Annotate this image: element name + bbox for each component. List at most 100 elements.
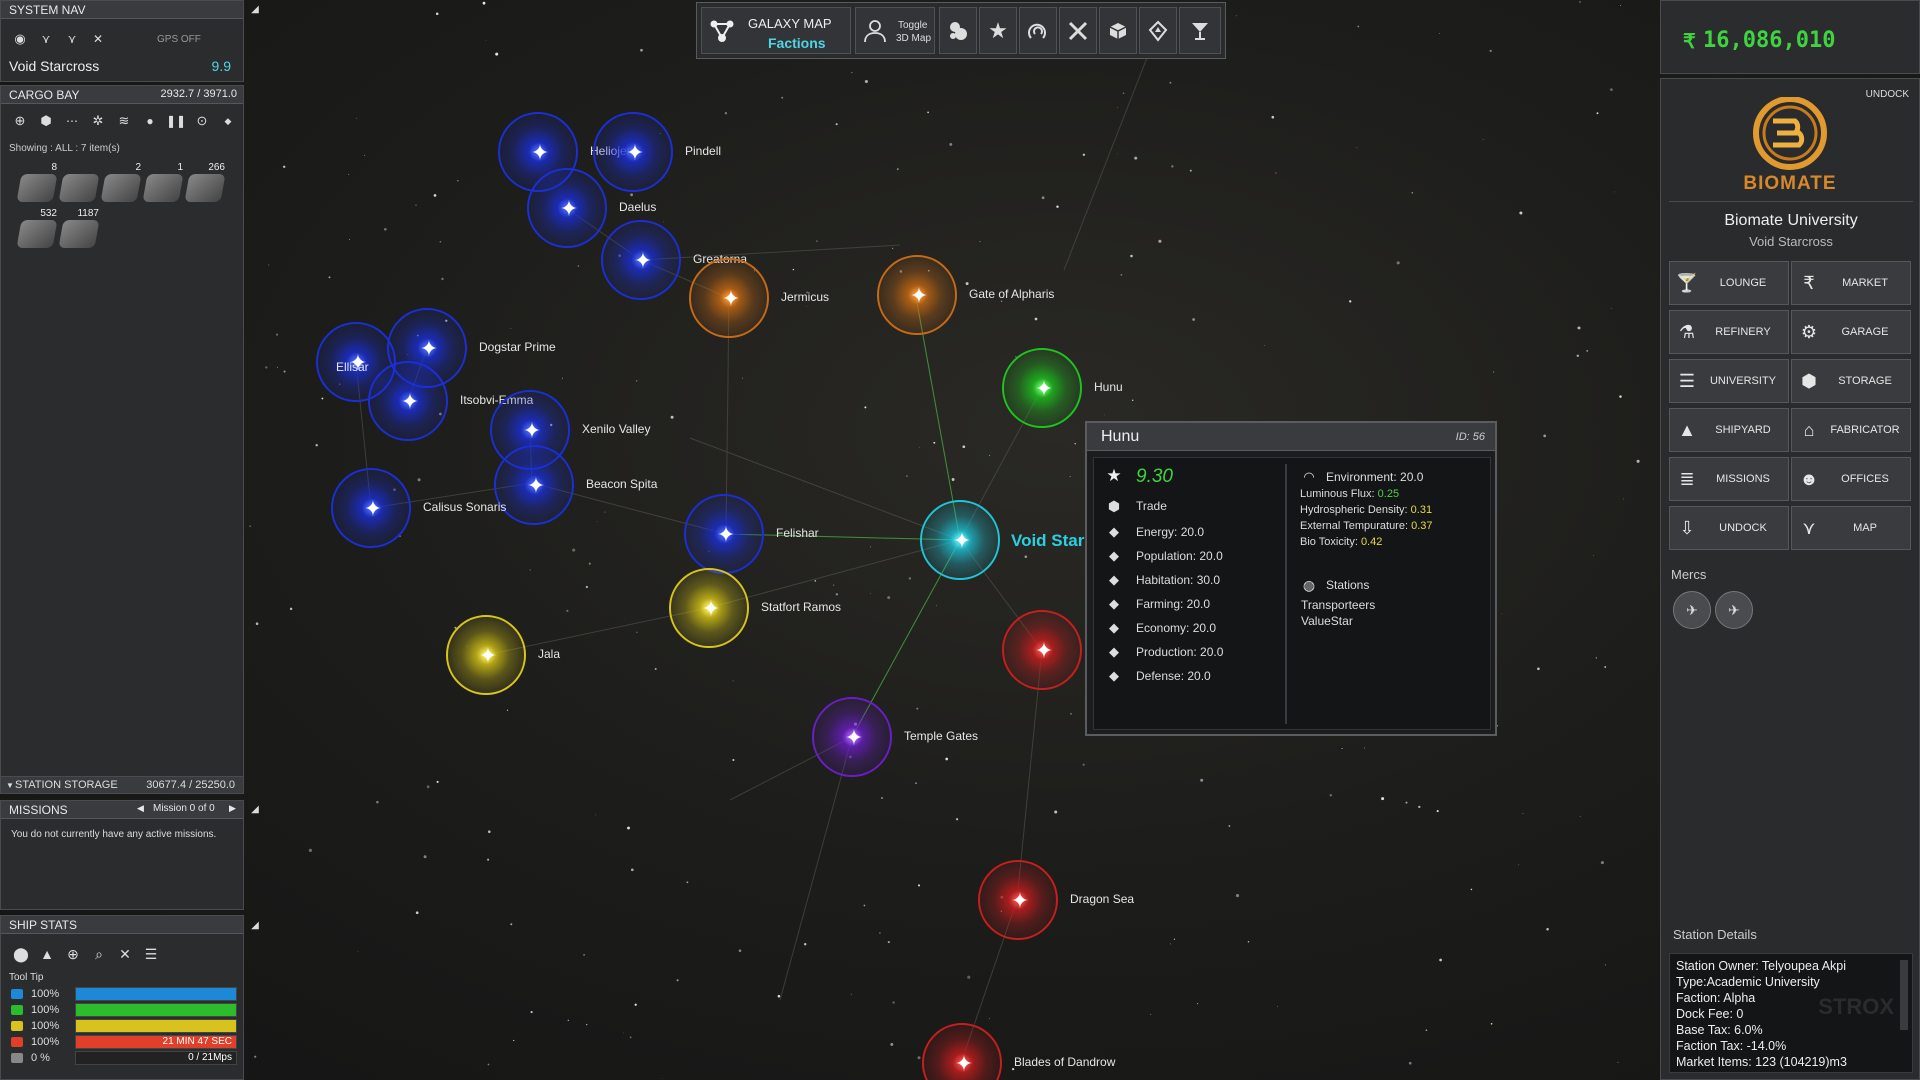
filter-drop-icon[interactable]: ● xyxy=(141,112,159,130)
nebula-filter-icon[interactable] xyxy=(939,7,977,54)
missions-button[interactable]: ≣ MISSIONS xyxy=(1669,457,1789,501)
cargo-item[interactable] xyxy=(58,166,100,206)
star-node-itsobvi-emma[interactable]: ✦ xyxy=(368,361,448,441)
filter-network-icon[interactable]: ⋯ xyxy=(63,112,81,130)
star-node-red-neighbor-system[interactable]: ✦ xyxy=(1002,610,1082,690)
star-node-gate-of-alpharis[interactable]: ✦ xyxy=(877,255,957,335)
star-filter-icon[interactable]: ★ xyxy=(979,7,1017,54)
environment-filter-icon[interactable] xyxy=(1019,7,1057,54)
refinery-button[interactable]: ⚗ REFINERY xyxy=(1669,310,1789,354)
market-button[interactable]: ₹ MARKET xyxy=(1791,261,1911,305)
star-node-hunu[interactable]: ✦ xyxy=(1002,348,1082,428)
stats-scan-tab-icon[interactable]: ⌕ xyxy=(89,944,109,964)
cargo-item[interactable]: 532 xyxy=(16,208,58,252)
station-title-box: Biomate University Void Starcross xyxy=(1669,201,1913,253)
undock-button[interactable]: ⇩ UNDOCK xyxy=(1669,506,1789,550)
target-icon[interactable]: ◉ xyxy=(11,30,29,48)
star-node-dragon-sea[interactable]: ✦ xyxy=(978,860,1058,940)
tools-small-icon[interactable]: ✕ xyxy=(89,30,107,48)
popup-left-stats: ◆ Energy: 20.0 ◆ Population: 20.0 ◆ Habitatio… xyxy=(1094,522,1284,692)
defense-filter-icon[interactable] xyxy=(1139,7,1177,54)
toggle-3d-map-button[interactable]: Toggle 3D Map xyxy=(855,7,935,54)
toggle-line1: Toggle xyxy=(898,20,928,31)
collapse-arrow-icon[interactable]: ◢ xyxy=(248,2,262,16)
station-detail-line: Station Owner: Telyoupea Akpi xyxy=(1676,959,1847,973)
offices-button[interactable]: ☻ OFFICES xyxy=(1791,457,1911,501)
star-glyph-icon: ✦ xyxy=(633,248,653,273)
popup-body: ★ 9.30 ⬢ Trade ◆ Energy: 20.0 ◆ Population:… xyxy=(1093,457,1491,730)
filter-gear-icon[interactable]: ✲ xyxy=(89,112,107,130)
star-node-statfort-ramos[interactable]: ✦ xyxy=(669,568,749,648)
star-node-void-starcross-current[interactable]: ✦ xyxy=(920,500,1000,580)
lounge-filter-icon[interactable] xyxy=(1179,7,1221,54)
filter-bars-icon[interactable]: ❚❚ xyxy=(166,112,186,130)
stat-percent: 100% xyxy=(31,987,60,1000)
university-button[interactable]: ☰ UNIVERSITY xyxy=(1669,359,1789,403)
filter-dot-icon[interactable]: ◆ xyxy=(219,112,237,130)
route-icon[interactable]: ⋎ xyxy=(37,30,55,48)
star-glyph-icon: ✦ xyxy=(530,140,550,165)
collapse-arrow-icon[interactable]: ◢ xyxy=(248,918,262,932)
star-node-calisus-sonaris[interactable]: ✦ xyxy=(331,468,411,548)
popup-stations-label: Stations xyxy=(1326,578,1370,592)
filter-ring-icon[interactable]: ⊙ xyxy=(193,112,211,130)
env-stat-value: 0.37 xyxy=(1411,520,1433,532)
stat-bar xyxy=(75,1018,237,1033)
station-buttons: 🍸 LOUNGE ₹ MARKET ⚗ REFINERY ⚙ GARAGE ☰ UNIVERSIT… xyxy=(1669,261,1913,561)
details-scrollbar[interactable] xyxy=(1900,960,1908,1030)
filter-stack-icon[interactable]: ≋ xyxy=(115,112,133,130)
fabricator-button[interactable]: ⌂ FABRICATOR xyxy=(1791,408,1911,452)
cargo-item[interactable]: 2 xyxy=(100,162,142,206)
mission-next-icon[interactable]: ▶ xyxy=(229,803,236,814)
trade-icon: ⬢ xyxy=(1107,497,1121,514)
star-node-jala[interactable]: ✦ xyxy=(446,615,526,695)
stats-tools-tab-icon[interactable]: ✕ xyxy=(115,944,135,964)
shipyard-button[interactable]: ▲ SHIPYARD xyxy=(1669,408,1789,452)
cargo-item[interactable]: 1187 xyxy=(58,208,100,252)
star-node-greatorna[interactable]: ✦ xyxy=(601,220,681,300)
star-node-jermicus[interactable]: ✦ xyxy=(689,258,769,338)
mission-prev-icon[interactable]: ◀ xyxy=(137,803,144,814)
merc-slot-2[interactable]: ✈ xyxy=(1715,591,1753,629)
stats-ship-tab-icon[interactable]: ▲ xyxy=(37,944,57,964)
stats-list-tab-icon[interactable]: ☰ xyxy=(141,944,161,964)
network-small-icon[interactable]: ⋎ xyxy=(63,30,81,48)
filter-ore-icon[interactable]: ⬢ xyxy=(37,112,55,130)
undock-icon: ⇩ xyxy=(1679,517,1695,538)
star-node-felishar[interactable]: ✦ xyxy=(684,494,764,574)
star-label-dogstar-prime: Dogstar Prime xyxy=(479,340,556,354)
station-storage-bar[interactable]: STATION STORAGE 30677.4 / 25250.0 ▼ xyxy=(0,776,244,794)
star-node-temple-gates[interactable]: ✦ xyxy=(812,697,892,777)
station-detail-line: Base Tax: 6.0% xyxy=(1676,1023,1763,1037)
toggle-line2: 3D Map xyxy=(896,33,932,44)
star-node-blades-of-dandrow[interactable]: ✦ xyxy=(922,1023,1002,1080)
cargo-showing-label: Showing : ALL : 7 item(s) xyxy=(9,143,120,154)
tools-filter-icon[interactable] xyxy=(1059,7,1097,54)
star-glyph-icon: ✦ xyxy=(559,196,579,221)
cargo-bay-panel: CARGO BAY 2932.7 / 3971.0 ⊕ ⬢ ⋯ ✲ ≋ ● ❚❚… xyxy=(0,85,244,785)
cargo-item[interactable]: 266 xyxy=(184,162,226,206)
star-node-daelus[interactable]: ✦ xyxy=(527,168,607,248)
cargo-item[interactable]: 8 xyxy=(16,162,58,206)
stat-bar: 0 / 21Mps xyxy=(75,1050,237,1065)
lounge-button[interactable]: 🍸 LOUNGE xyxy=(1669,261,1789,305)
collapse-arrow-icon[interactable]: ◢ xyxy=(248,802,262,816)
stations-icon: ◍ xyxy=(1302,576,1316,593)
star-node-pindell[interactable]: ✦ xyxy=(593,112,673,192)
filter-all-icon[interactable]: ⊕ xyxy=(11,112,29,130)
stat-percent: 100% xyxy=(31,1003,60,1016)
station-list-item[interactable]: Transporteers xyxy=(1301,598,1375,612)
storage-button[interactable]: ⬢ STORAGE xyxy=(1791,359,1911,403)
production-filter-icon[interactable] xyxy=(1099,7,1137,54)
merc-slot-1[interactable]: ✈ xyxy=(1673,591,1711,629)
stats-target-tab-icon[interactable]: ⊕ xyxy=(63,944,83,964)
galaxy-map-button[interactable]: GALAXY MAP Factions xyxy=(701,7,851,54)
garage-button[interactable]: ⚙ GARAGE xyxy=(1791,310,1911,354)
star-nodes: ✦Heliojen✦Pindell✦Daelus✦Greatorna✦Jermi… xyxy=(0,0,1920,1080)
map-button[interactable]: ⋎ MAP xyxy=(1791,506,1911,550)
station-list-item[interactable]: ValueStar xyxy=(1301,614,1353,628)
station-button-label: UNIVERSITY xyxy=(1709,375,1776,387)
cargo-count: 1 xyxy=(177,162,183,173)
cargo-item[interactable]: 1 xyxy=(142,162,184,206)
stats-shield-tab-icon[interactable]: ⬤ xyxy=(11,944,31,964)
